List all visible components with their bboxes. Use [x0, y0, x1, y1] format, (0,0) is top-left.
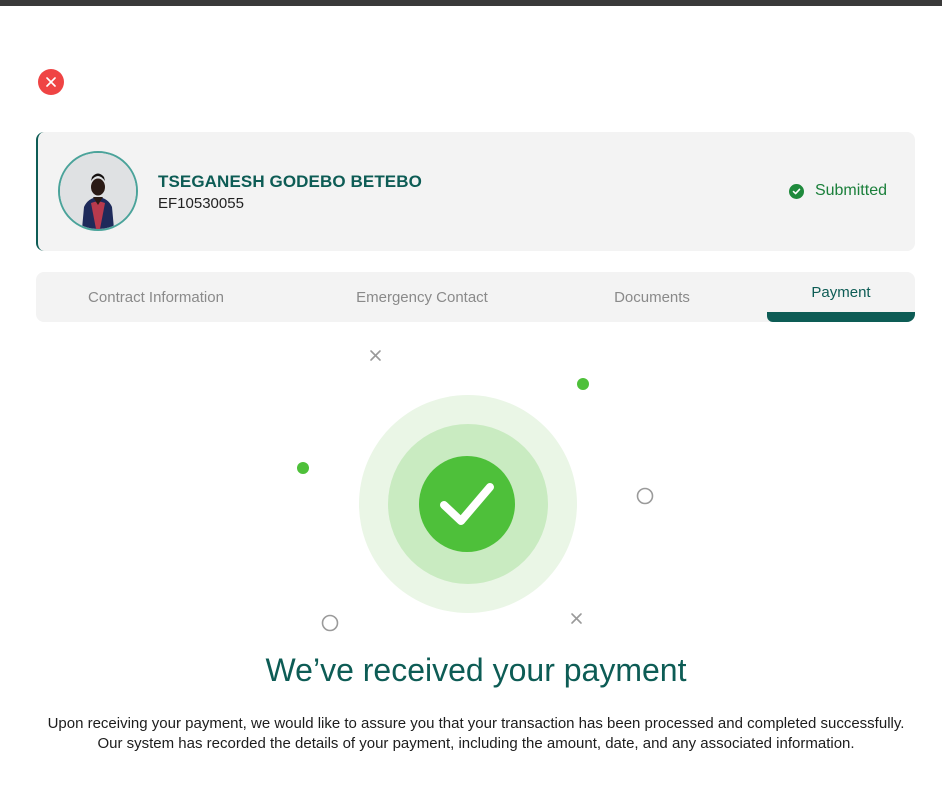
middle-ring [388, 424, 548, 584]
success-title: We’ve received your payment [265, 652, 687, 688]
dot-decoration [577, 378, 589, 390]
tab-emergency-contact[interactable]: Emergency Contact [304, 272, 540, 322]
active-tab-indicator [767, 312, 915, 322]
ring-decoration [636, 487, 654, 505]
ring-decoration [321, 614, 339, 632]
tab-documents[interactable]: Documents [566, 272, 738, 322]
tab-bar: Contract Information Emergency Contact D… [36, 272, 915, 322]
cross-decoration-icon [370, 350, 381, 361]
status-label: Submitted [814, 182, 887, 199]
check-circle-icon [788, 183, 804, 199]
dot-decoration [297, 462, 309, 474]
avatar-photo [60, 153, 136, 229]
tab-contract-information[interactable]: Contract Information [36, 272, 276, 322]
success-circle [419, 456, 515, 552]
employee-name: TSEGANESH GODEBO BETEBO [158, 172, 422, 191]
status-badge: Submitted [788, 182, 887, 200]
success-message: Upon receiving your payment, we would li… [47, 715, 905, 752]
avatar [58, 151, 138, 231]
check-icon [440, 483, 494, 525]
outer-ring [359, 395, 577, 613]
top-bar [0, 0, 942, 6]
close-icon [46, 77, 56, 87]
close-button[interactable] [38, 69, 64, 95]
employee-id: EF10530055 [158, 195, 244, 212]
cross-decoration-icon [571, 613, 582, 624]
profile-card: TSEGANESH GODEBO BETEBO EF10530055 Submi… [36, 132, 915, 251]
